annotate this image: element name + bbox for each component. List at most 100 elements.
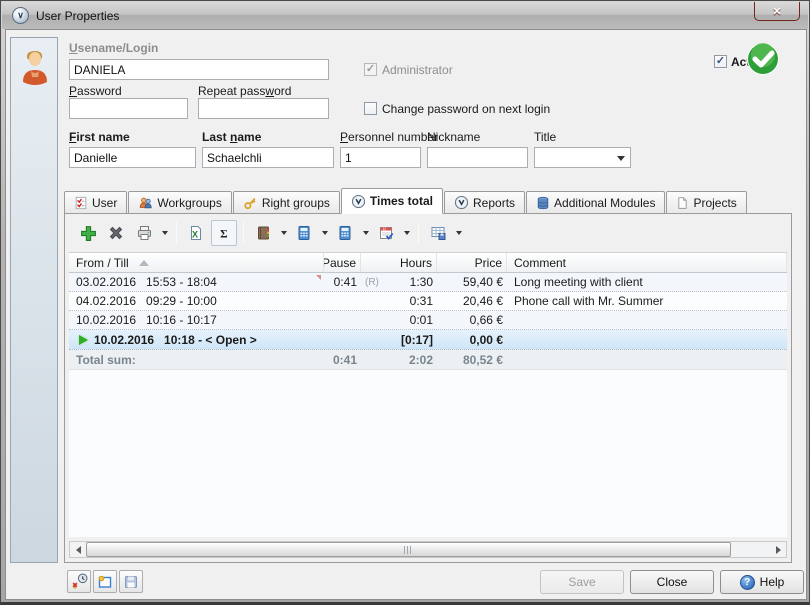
last-name-label: Last name <box>202 130 261 144</box>
database-icon <box>536 196 550 210</box>
username-label: Usename/Login <box>69 41 158 55</box>
toolbar-separator <box>176 222 177 244</box>
last-name-input[interactable] <box>202 147 334 168</box>
document-icon <box>676 196 689 210</box>
horizontal-scrollbar[interactable] <box>69 541 787 558</box>
export-excel-icon: X <box>188 225 204 241</box>
active-status-check-icon <box>745 41 781 80</box>
floppy-save-icon <box>123 574 139 590</box>
calculator-day-dropdown[interactable] <box>319 220 330 246</box>
scroll-right-arrow[interactable] <box>770 542 786 557</box>
titlebar[interactable]: ∨ User Properties ✕ <box>2 2 808 29</box>
sort-asc-icon <box>139 260 149 266</box>
svg-text:Σ: Σ <box>220 228 227 240</box>
table-row[interactable]: 03.02.2016 15:53 - 18:04 0:41 (R)1:30 59… <box>69 273 787 292</box>
table-header-row[interactable]: From / Till Pause Hours Price Comment <box>69 253 787 273</box>
title-label: Title <box>534 130 556 144</box>
key-clock-icon <box>71 573 88 590</box>
personnel-number-input[interactable] <box>340 147 421 168</box>
arrow-right-icon <box>776 546 781 554</box>
calendar-check-icon: 12 <box>378 225 395 241</box>
table-save-button[interactable] <box>425 220 451 246</box>
running-play-icon <box>79 335 88 345</box>
tab-right-groups[interactable]: Right groups <box>233 191 340 214</box>
user-form-icon <box>74 196 88 210</box>
password-label: Password <box>69 84 122 98</box>
active-checkbox[interactable] <box>714 55 727 68</box>
password-input[interactable] <box>69 98 188 119</box>
window-title: User Properties <box>36 9 119 23</box>
tab-times-total[interactable]: Times total <box>341 188 443 214</box>
scrollbar-thumb[interactable] <box>86 542 731 557</box>
table-row[interactable]: 04.02.2016 09:29 - 10:00 0:31 20,46 € Ph… <box>69 292 787 311</box>
close-icon: ✕ <box>772 5 781 18</box>
svg-text:12: 12 <box>382 227 386 231</box>
close-button[interactable]: Close <box>630 570 714 594</box>
svg-text:X: X <box>192 230 198 240</box>
clock-icon <box>351 194 366 209</box>
close-window-button[interactable]: ✕ <box>754 2 800 21</box>
dialog-body: Usename/Login Administrator Active Passw… <box>5 29 807 600</box>
address-book-button[interactable] <box>250 220 276 246</box>
times-total-panel: X Σ 12 <box>64 213 792 563</box>
help-icon: ? <box>740 575 755 590</box>
username-input[interactable] <box>69 59 329 80</box>
calendar-check-button[interactable]: 12 <box>373 220 399 246</box>
add-time-button[interactable] <box>75 220 101 246</box>
toolbar-separator <box>418 222 419 244</box>
toolbar-separator <box>243 222 244 244</box>
tab-user[interactable]: User <box>64 191 127 214</box>
help-button[interactable]: ? Help <box>720 570 804 594</box>
new-note-window-button[interactable] <box>93 570 117 593</box>
save-button[interactable]: Save <box>540 570 624 594</box>
scroll-left-arrow[interactable] <box>70 542 86 557</box>
column-header-pause[interactable]: Pause <box>324 253 361 272</box>
column-header-from-till[interactable]: From / Till <box>69 253 324 272</box>
administrator-label: Administrator <box>382 63 453 77</box>
address-book-dropdown[interactable] <box>278 220 289 246</box>
tab-projects[interactable]: Projects <box>666 191 746 214</box>
calculator-icon <box>337 225 353 241</box>
column-header-comment[interactable]: Comment <box>507 253 787 272</box>
title-select[interactable] <box>534 147 631 168</box>
add-icon <box>80 225 97 242</box>
sum-icon: Σ <box>217 226 231 240</box>
personnel-number-label: Personnel number <box>340 130 438 144</box>
change-password-checkbox[interactable] <box>364 102 377 115</box>
scrollbar-grip-icon <box>404 546 413 554</box>
table-save-icon <box>430 225 447 241</box>
times-toolbar: X Σ 12 <box>69 218 787 248</box>
table-total-row: Total sum: 0:41 2:02 80,52 € <box>69 350 787 370</box>
user-avatar-icon <box>18 48 52 89</box>
tab-reports[interactable]: Reports <box>444 191 525 214</box>
calendar-check-dropdown[interactable] <box>401 220 412 246</box>
delete-time-button[interactable] <box>103 220 129 246</box>
note-window-icon <box>97 574 113 590</box>
first-name-input[interactable] <box>69 147 196 168</box>
calculator-icon <box>296 225 312 241</box>
print-button[interactable] <box>131 220 157 246</box>
calculator-total-button[interactable] <box>332 220 358 246</box>
tab-additional-modules[interactable]: Additional Modules <box>526 191 665 214</box>
calculator-day-button[interactable] <box>291 220 317 246</box>
tab-workgroups[interactable]: Workgroups <box>128 191 231 214</box>
clock-icon <box>454 195 469 210</box>
chevron-down-icon <box>617 156 625 161</box>
column-header-hours[interactable]: Hours <box>361 253 437 272</box>
avatar-panel <box>10 37 58 563</box>
column-header-price[interactable]: Price <box>437 253 507 272</box>
calculator-total-dropdown[interactable] <box>360 220 371 246</box>
table-save-dropdown[interactable] <box>453 220 464 246</box>
user-times-tool-button[interactable] <box>67 570 91 593</box>
table-row[interactable]: 10.02.2016 10:16 - 10:17 0:01 0,66 € <box>69 311 787 330</box>
export-excel-button[interactable]: X <box>183 220 209 246</box>
print-dropdown[interactable] <box>159 220 170 246</box>
save-small-button[interactable] <box>119 570 143 593</box>
key-icon <box>243 196 258 210</box>
sum-button[interactable]: Σ <box>211 220 237 246</box>
repeat-password-input[interactable] <box>198 98 329 119</box>
nickname-input[interactable] <box>427 147 528 168</box>
note-marker-icon <box>316 275 321 280</box>
change-password-label: Change password on next login <box>382 102 550 116</box>
table-row-open-running[interactable]: 10.02.2016 10:18 - < Open > [0:17] 0,00 … <box>69 330 787 350</box>
